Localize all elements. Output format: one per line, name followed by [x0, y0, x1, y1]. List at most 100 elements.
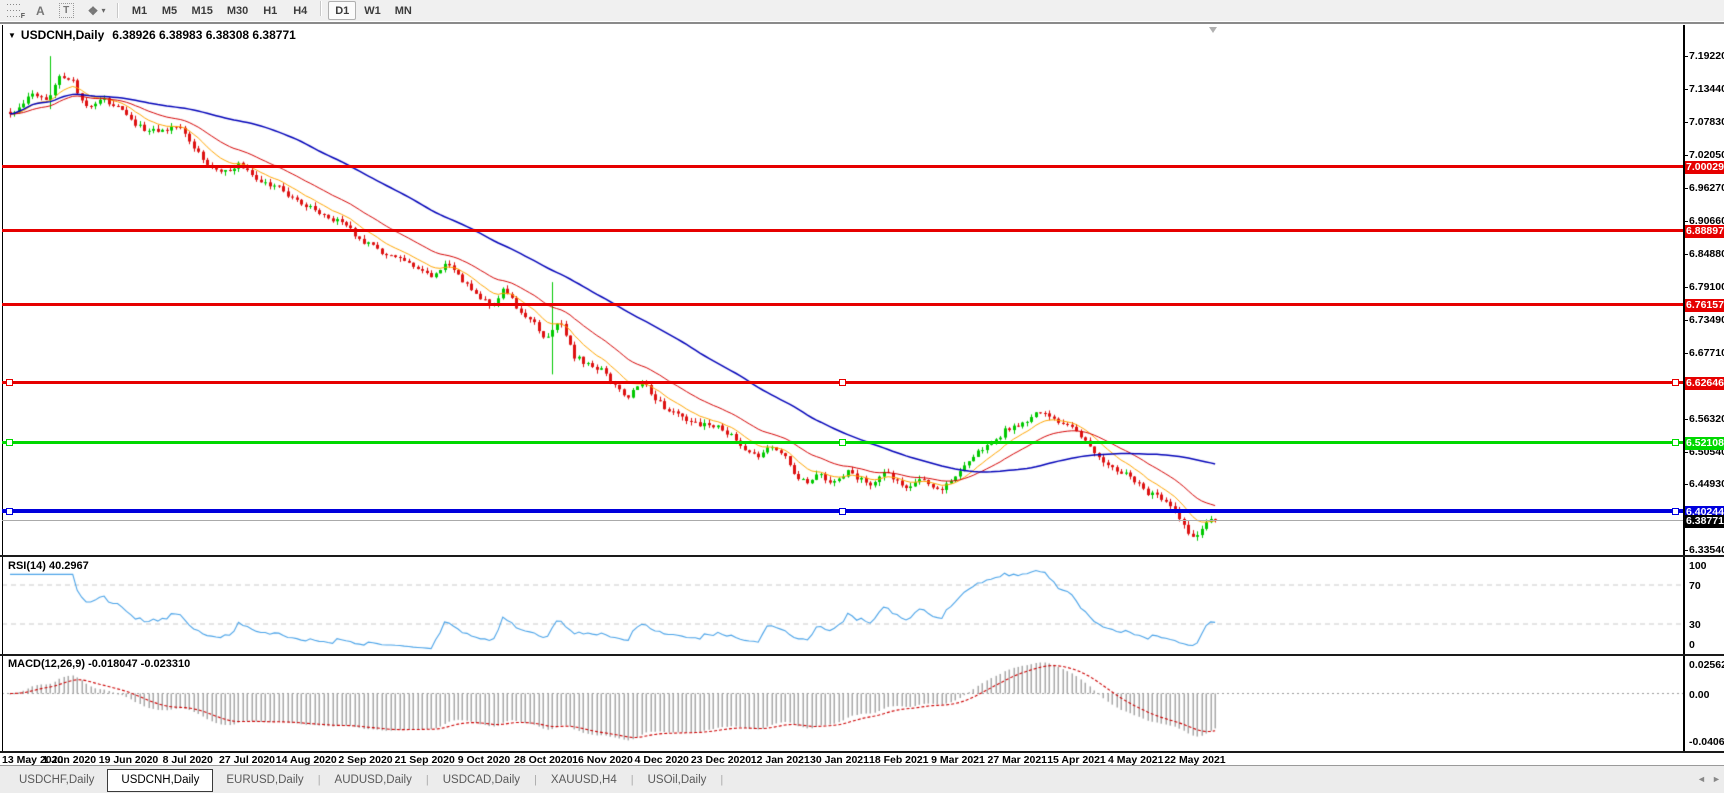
timeframe-button-w1[interactable]: W1 — [358, 1, 387, 20]
timeframe-button-mn[interactable]: MN — [389, 1, 418, 20]
text-box-icon[interactable]: T — [53, 1, 80, 20]
tab-xauusd-h4[interactable]: XAUUSD,H4 — [538, 770, 630, 790]
chart-title: ▼ USDCNH,Daily 6.38926 6.38983 6.38308 6.3… — [8, 28, 296, 42]
collapse-icon[interactable]: ▼ — [8, 31, 16, 40]
text-label-glyph: A — [36, 3, 45, 18]
drawing-tools-group: F A T ❖ ▾ — [0, 1, 112, 20]
top-toolbar: F A T ❖ ▾ M1 M5 M15 M30 H1 H4 D1 W1 MN — [0, 0, 1724, 21]
price-scale[interactable]: 7.19220 7.13440 7.07830 7.02050 6.96270 6.906… — [1684, 25, 1724, 751]
line-drag-handle[interactable] — [6, 378, 13, 386]
text-label-icon[interactable]: A — [30, 1, 51, 20]
timeframe-button-h4[interactable]: H4 — [286, 1, 314, 20]
line-drag-handle[interactable] — [839, 507, 846, 515]
rsi-scale-tick: 100 — [1689, 560, 1707, 572]
toolbar-separator — [117, 3, 120, 18]
price-scale-tick: 6.44930 — [1684, 478, 1724, 490]
macd-bottom-border — [0, 751, 1724, 753]
timeframe-button-d1[interactable]: D1 — [328, 1, 357, 20]
metatrader-window: F A T ❖ ▾ M1 M5 M15 M30 H1 H4 D1 W1 MN ▼ USDCNH,Daily… — [0, 0, 1724, 793]
date-label: 9 Oct 2020 — [457, 754, 511, 766]
date-label: 27 Jul 2020 — [218, 754, 276, 766]
date-label: 22 May 2021 — [1164, 754, 1226, 766]
tabs-scroll-right-icon[interactable]: ► — [1712, 774, 1721, 784]
current-price-label: 6.38771 — [1684, 515, 1724, 529]
chart-shift-marker[interactable] — [1209, 27, 1217, 33]
tab-usdchf-daily[interactable]: USDCHF,Daily — [6, 770, 107, 790]
tab-separator: | — [317, 774, 321, 786]
dropdown-caret-icon[interactable]: ▾ — [101, 6, 105, 15]
current-price-line — [2, 519, 1683, 521]
line-drag-handle[interactable] — [1672, 378, 1679, 386]
tab-audusd-daily[interactable]: AUDUSD,Daily — [322, 770, 425, 790]
symbol-period-label: USDCNH,Daily — [20, 28, 105, 42]
tab-separator: | — [425, 774, 429, 786]
price-scale-tick: 6.67710 — [1684, 347, 1724, 359]
timeframe-button-m30[interactable]: M30 — [221, 1, 254, 20]
price-scale-tick: 6.84880 — [1684, 248, 1724, 260]
price-scale-tick: 7.07830 — [1684, 116, 1724, 128]
price-scale-tick: 6.56320 — [1684, 413, 1724, 425]
timeframe-button-m15[interactable]: M15 — [185, 1, 218, 20]
rsi-scale-tick: 70 — [1689, 580, 1701, 592]
timeframe-button-m5[interactable]: M5 — [155, 1, 183, 20]
horizontal-line-6.88897[interactable] — [2, 229, 1683, 233]
arrow-styles-icon[interactable]: ❖ ▾ — [82, 1, 112, 20]
date-label: 12 Jan 2021 — [750, 754, 810, 766]
rsi-indicator-label: RSI(14) 40.2967 — [8, 560, 89, 572]
macd-scale-tick: 0.00 — [1689, 688, 1710, 701]
horizontal-line-7.00029[interactable] — [2, 165, 1683, 169]
price-scale-tick: 7.02050 — [1684, 149, 1724, 161]
plot-left-border — [2, 25, 3, 751]
text-box-glyph: T — [58, 3, 74, 18]
time-scale[interactable]: 13 May 2020 1 Jun 2020 19 Jun 2020 8 Jul 20… — [0, 753, 1683, 767]
date-label: 21 Sep 2020 — [394, 754, 455, 766]
rsi-scale-tick: 0 — [1689, 639, 1695, 651]
tabs-scroll-left-icon[interactable]: ◄ — [1697, 774, 1706, 784]
tab-separator: | — [720, 774, 724, 786]
main-rsi-pane-divider[interactable] — [0, 555, 1724, 557]
date-label: 4 Dec 2020 — [634, 754, 689, 766]
timeframe-buttons-group: M1 M5 M15 M30 H1 H4 D1 W1 MN — [124, 1, 418, 20]
date-label: 23 Dec 2020 — [690, 754, 752, 766]
chart-tabs-bar: USDCHF,Daily USDCNH,Daily EURUSD,Daily | AUD… — [0, 765, 1724, 793]
line-drag-handle[interactable] — [6, 507, 13, 515]
price-axis-border — [1683, 25, 1685, 751]
price-scale-tick: 6.96270 — [1684, 182, 1724, 194]
fibonacci-grid-glyph: F — [7, 4, 25, 20]
line-drag-handle[interactable] — [839, 439, 846, 447]
chart-window: ▼ USDCNH,Daily 6.38926 6.38983 6.38308 6.3… — [0, 22, 1724, 767]
macd-scale-tick: 0.025623 — [1689, 659, 1724, 671]
line-drag-handle[interactable] — [6, 439, 13, 447]
level-price-label: 6.52108 — [1684, 437, 1724, 451]
chart-tabs: USDCHF,Daily USDCNH,Daily EURUSD,Daily | AUD… — [0, 768, 724, 792]
date-label: 9 Mar 2021 — [931, 754, 985, 766]
timeframe-button-h1[interactable]: H1 — [256, 1, 284, 20]
date-label: 30 Jan 2021 — [810, 754, 869, 766]
rsi-macd-pane-divider[interactable] — [0, 654, 1724, 656]
date-label: 8 Jul 2020 — [162, 754, 213, 766]
date-label: 1 Jun 2020 — [42, 754, 97, 766]
timeframe-button-m1[interactable]: M1 — [125, 1, 153, 20]
horizontal-line-6.76157[interactable] — [2, 302, 1683, 306]
tab-separator: | — [534, 774, 537, 786]
macd-scale-tick: -0.04068 — [1689, 736, 1724, 748]
level-price-label: 6.88897 — [1684, 225, 1724, 239]
macd-indicator-label: MACD(12,26,9) -0.018047 -0.023310 — [8, 658, 191, 670]
line-drag-handle[interactable] — [839, 378, 846, 386]
tab-usdcad-daily[interactable]: USDCAD,Daily — [430, 770, 533, 790]
date-label: 19 Jun 2020 — [98, 754, 159, 766]
date-label: 15 Apr 2021 — [1047, 754, 1106, 766]
fibonacci-lines-icon[interactable]: F — [1, 1, 28, 20]
price-chart-canvas[interactable] — [2, 25, 1683, 751]
tab-eurusd-daily[interactable]: EURUSD,Daily — [213, 770, 316, 790]
ohlc-values: 6.38926 6.38983 6.38308 6.38771 — [112, 28, 296, 42]
line-drag-handle[interactable] — [1672, 507, 1679, 515]
tab-usdcnh-daily[interactable]: USDCNH,Daily — [107, 768, 214, 792]
level-price-label: 6.62646 — [1684, 376, 1724, 390]
price-scale-tick: 6.79100 — [1684, 281, 1724, 293]
line-drag-handle[interactable] — [1672, 439, 1679, 447]
tab-usoil-daily[interactable]: USOil,Daily — [635, 770, 720, 790]
date-label: 27 Mar 2021 — [987, 754, 1048, 766]
price-scale-tick: 7.19220 — [1684, 50, 1724, 62]
date-label: 14 Aug 2020 — [275, 754, 337, 766]
